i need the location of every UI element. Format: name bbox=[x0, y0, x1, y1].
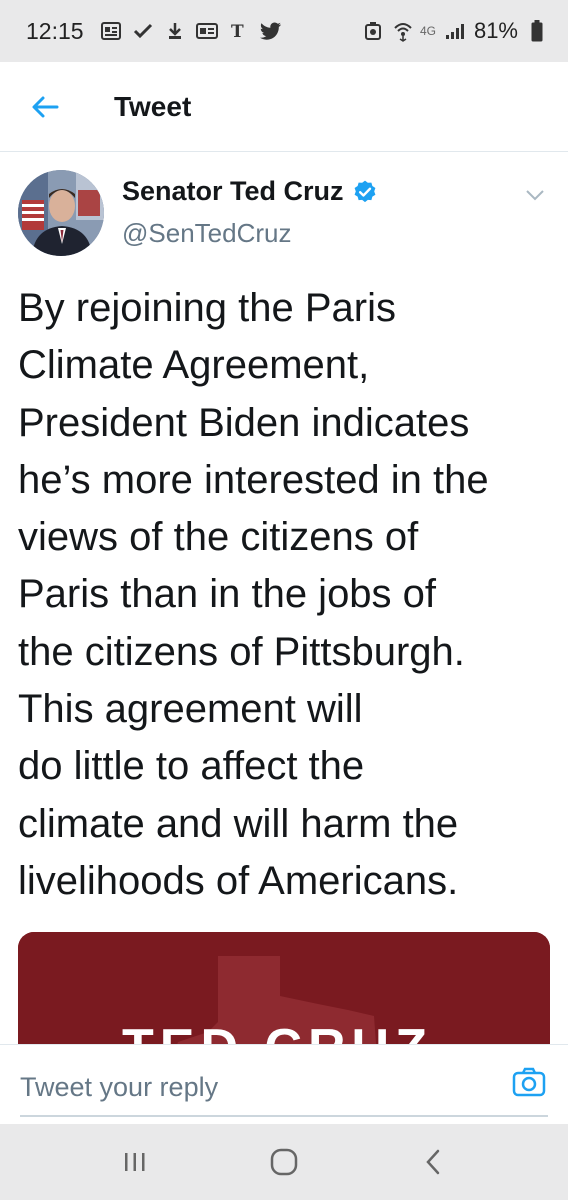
tweet-text: By rejoining the Paris Climate Agreement… bbox=[18, 286, 489, 903]
media-title: TED CRUZ bbox=[122, 1018, 433, 1044]
check-icon bbox=[132, 20, 154, 42]
arrow-left-icon[interactable] bbox=[28, 90, 62, 124]
page-title: Tweet bbox=[114, 90, 192, 122]
status-bar: 12:15 T 4G 81% bbox=[0, 0, 568, 62]
recent-apps-icon[interactable] bbox=[105, 1132, 165, 1192]
svg-text:T: T bbox=[231, 22, 244, 41]
news-icon bbox=[100, 20, 122, 42]
tweet-media[interactable]: TED CRUZ bbox=[18, 932, 550, 1044]
signal-icon bbox=[444, 20, 466, 42]
tweet-author-row: Senator Ted Cruz @SenTedCruz bbox=[18, 170, 550, 260]
battery-percent: 81% bbox=[473, 18, 518, 43]
battery-icon bbox=[526, 20, 548, 42]
network-label: 4G bbox=[419, 24, 436, 38]
author-name-wrap: Senator Ted Cruz bbox=[122, 176, 378, 207]
system-nav-bar bbox=[0, 1124, 568, 1200]
hotspot-icon bbox=[392, 20, 414, 42]
status-right: 4G 81% bbox=[362, 18, 548, 44]
camera-icon[interactable] bbox=[512, 1065, 546, 1099]
tweet-detail: Senator Ted Cruz @SenTedCruz By rejoinin… bbox=[0, 152, 568, 1044]
home-icon[interactable] bbox=[254, 1132, 314, 1192]
download-icon bbox=[164, 20, 186, 42]
twitter-icon bbox=[259, 20, 282, 42]
browser-icon bbox=[195, 20, 218, 42]
reply-bar bbox=[0, 1044, 568, 1124]
avatar[interactable] bbox=[18, 170, 104, 256]
app-header: Tweet bbox=[0, 62, 568, 152]
nyt-icon: T bbox=[228, 20, 250, 42]
reply-underline bbox=[20, 1115, 548, 1117]
photo-icon bbox=[362, 20, 384, 42]
back-nav-icon[interactable] bbox=[403, 1132, 463, 1192]
verified-badge-icon bbox=[352, 179, 378, 205]
reply-input[interactable] bbox=[20, 1065, 480, 1109]
author-name[interactable]: Senator Ted Cruz bbox=[122, 176, 344, 207]
chevron-down-icon[interactable] bbox=[522, 182, 548, 208]
status-time: 12:15 bbox=[26, 17, 84, 44]
status-left: 12:15 T bbox=[26, 18, 282, 45]
author-handle[interactable]: @SenTedCruz bbox=[122, 218, 291, 249]
